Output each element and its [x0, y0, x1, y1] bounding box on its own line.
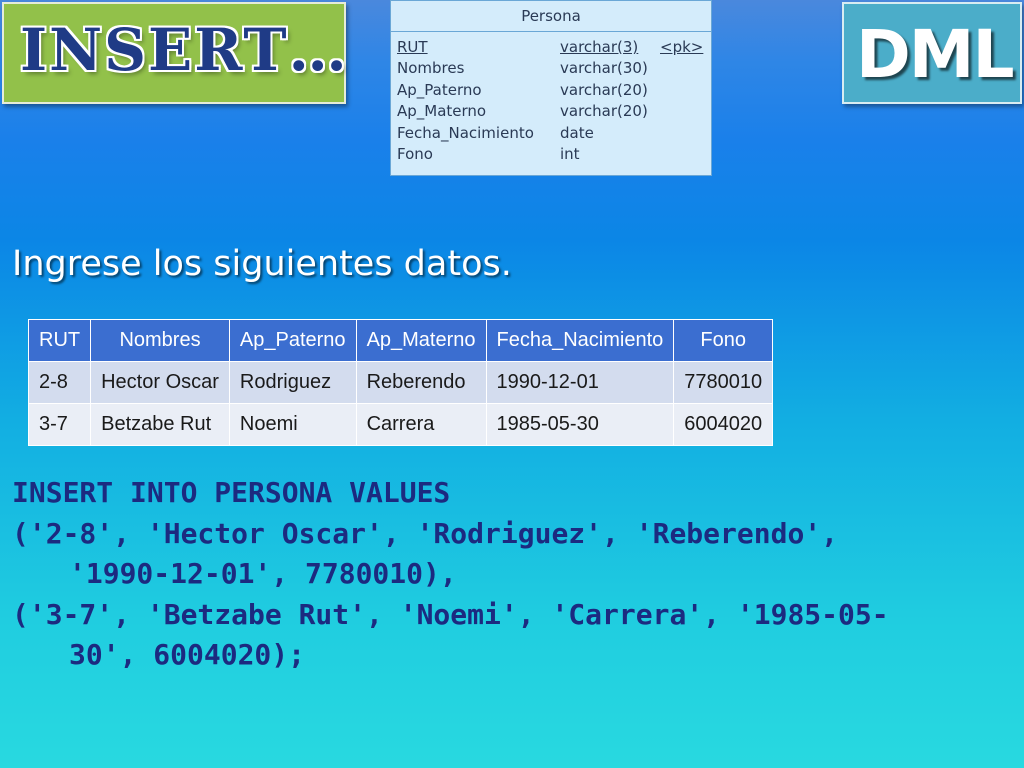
slide-title: INSERT…: [20, 16, 349, 84]
attribute-type: varchar(20): [560, 102, 648, 121]
column-header-fono: Fono: [673, 319, 774, 362]
table-cell: Hector Oscar: [90, 361, 230, 404]
attribute-name: Ap_Materno: [397, 102, 487, 121]
attribute-name: Fecha_Nacimiento: [397, 123, 534, 142]
attribute-name: Nombres: [397, 59, 465, 78]
column-header-ap-materno: Ap_Materno: [355, 319, 487, 362]
entity-diagram-persona: Persona RUT varchar(3) <pk> Nombres varc…: [390, 0, 712, 176]
table-cell: 6004020: [673, 403, 774, 446]
table-cell: Rodriguez: [228, 361, 357, 404]
column-header-nombres: Nombres: [90, 319, 230, 362]
table-cell: Carrera: [355, 403, 487, 446]
attribute-name: Ap_Paterno: [397, 80, 482, 99]
column-header-ap-paterno: Ap_Paterno: [228, 319, 357, 362]
table-cell: 1985-05-30: [485, 403, 675, 446]
instruction-heading: Ingrese los siguientes datos.: [12, 244, 512, 284]
entity-attribute-row: Fecha_Nacimiento date: [397, 122, 711, 144]
entity-attribute-row: RUT varchar(3) <pk>: [397, 36, 711, 58]
table-cell: 1990-12-01: [485, 361, 675, 404]
table-row: 2-8 Hector Oscar Rodriguez Reberendo 199…: [27, 361, 774, 404]
data-table: RUT Nombres Ap_Paterno Ap_Materno Fecha_…: [27, 319, 774, 446]
attribute-name: Fono: [397, 145, 433, 164]
attribute-key: <pk>: [660, 37, 704, 56]
table-row: 3-7 Betzabe Rut Noemi Carrera 1985-05-30…: [27, 403, 774, 446]
entity-attributes: RUT varchar(3) <pk> Nombres varchar(30) …: [391, 32, 711, 165]
column-header-fecha-nacimiento: Fecha_Nacimiento: [485, 319, 675, 362]
table-header-row: RUT Nombres Ap_Paterno Ap_Materno Fecha_…: [27, 319, 774, 362]
entity-attribute-row: Ap_Materno varchar(20): [397, 101, 711, 123]
attribute-name: RUT: [397, 37, 428, 56]
dml-badge-label: DML: [856, 16, 1015, 93]
column-header-rut: RUT: [27, 319, 92, 362]
sql-statement: INSERT INTO PERSONA VALUES ('2-8', 'Hect…: [12, 473, 1012, 676]
dml-badge: DML: [842, 2, 1022, 104]
attribute-type: date: [560, 123, 594, 142]
sql-line: '1990-12-01', 7780010),: [69, 557, 457, 590]
table-cell: Reberendo: [355, 361, 487, 404]
entity-attribute-row: Fono int: [397, 144, 711, 166]
attribute-type: varchar(30): [560, 59, 648, 78]
sql-line: ('3-7', 'Betzabe Rut', 'Noemi', 'Carrera…: [12, 597, 889, 631]
title-box: INSERT…: [2, 2, 349, 104]
sql-line: INSERT INTO PERSONA VALUES: [12, 476, 451, 509]
entity-attribute-row: Ap_Paterno varchar(20): [397, 79, 711, 101]
attribute-type: int: [560, 145, 580, 164]
table-cell: 7780010: [673, 361, 774, 404]
table-cell: 3-7: [27, 403, 92, 446]
attribute-type: varchar(3): [560, 37, 639, 56]
table-cell: Noemi: [228, 403, 357, 446]
sql-line: 30', 6004020);: [69, 638, 306, 671]
table-cell: Betzabe Rut: [90, 403, 230, 446]
entity-attribute-row: Nombres varchar(30): [397, 58, 711, 80]
entity-name: Persona: [391, 1, 711, 32]
attribute-type: varchar(20): [560, 80, 648, 99]
table-cell: 2-8: [27, 361, 92, 404]
sql-line: ('2-8', 'Hector Oscar', 'Rodriguez', 'Re…: [12, 516, 839, 550]
